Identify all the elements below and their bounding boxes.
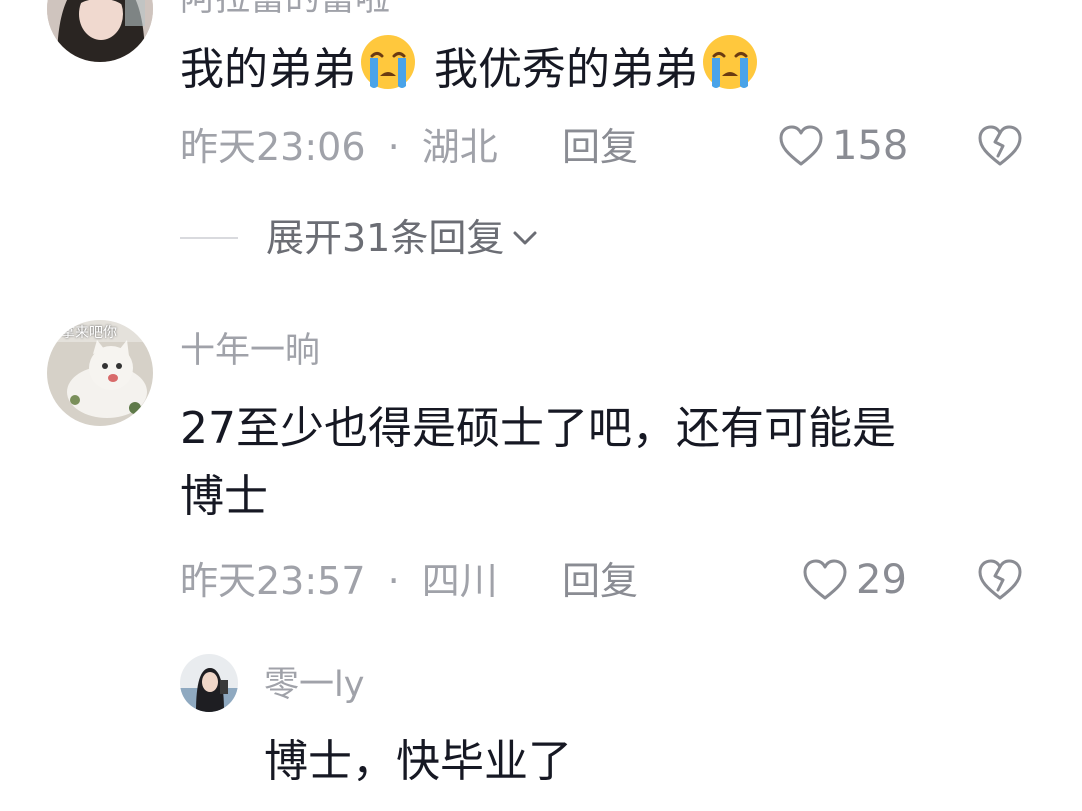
username[interactable]: 阿拉蕾的蕾啦 xyxy=(180,0,390,17)
dislike-button[interactable] xyxy=(977,124,1023,172)
reply-text: 博士，快毕业了 xyxy=(264,736,572,787)
expand-replies-label: 展开31条回复 xyxy=(266,216,505,260)
heart-icon xyxy=(803,559,847,600)
chevron-down-icon xyxy=(513,231,537,245)
reply-button[interactable]: 回复 xyxy=(562,562,638,600)
dislike-button[interactable] xyxy=(977,558,1023,606)
loudly-crying-face-icon xyxy=(700,32,760,112)
divider-line xyxy=(180,237,238,239)
like-button[interactable]: 158 xyxy=(778,124,908,168)
comment-text-line: 博士 xyxy=(180,471,268,522)
username[interactable]: 十年一晌 xyxy=(180,334,320,369)
separator-dot: · xyxy=(387,125,400,169)
avatar[interactable] xyxy=(47,0,153,62)
like-button[interactable]: 29 xyxy=(802,558,907,602)
location: 湖北 xyxy=(421,125,498,169)
user-photo-icon xyxy=(47,0,153,62)
like-count: 29 xyxy=(856,557,907,603)
comment-text-line: 27至少也得是硕士了吧，还有可能是 xyxy=(180,403,896,454)
user-photo-icon xyxy=(180,654,238,712)
separator-dot: · xyxy=(387,559,400,603)
broken-heart-icon xyxy=(978,125,1022,166)
loudly-crying-face-icon xyxy=(358,32,418,112)
timestamp: 昨天23:57 xyxy=(180,559,366,603)
comment-meta: 昨天23:57 · 四川 xyxy=(180,562,498,600)
location: 四川 xyxy=(421,559,498,603)
broken-heart-icon xyxy=(978,559,1022,600)
heart-icon xyxy=(779,125,823,166)
comment-text-part: 我的弟弟 xyxy=(180,44,356,95)
comment-text: 27至少也得是硕士了吧，还有可能是 博士 xyxy=(180,395,896,531)
comment-meta: 昨天23:06 · 湖北 xyxy=(180,128,498,166)
comment-text-part: 我优秀的弟弟 xyxy=(420,44,698,95)
avatar[interactable]: 拿来吧你 xyxy=(47,320,153,426)
avatar[interactable] xyxy=(180,654,238,712)
reply-button[interactable]: 回复 xyxy=(562,128,638,166)
avatar-caption: 拿来吧你 xyxy=(61,325,117,341)
expand-replies-button[interactable]: 展开31条回复 xyxy=(180,219,542,257)
username[interactable]: 零一ly xyxy=(264,668,364,703)
timestamp: 昨天23:06 xyxy=(180,125,366,169)
comment-text: 我的弟弟 我优秀的弟弟 xyxy=(180,32,762,112)
like-count: 158 xyxy=(832,123,909,169)
